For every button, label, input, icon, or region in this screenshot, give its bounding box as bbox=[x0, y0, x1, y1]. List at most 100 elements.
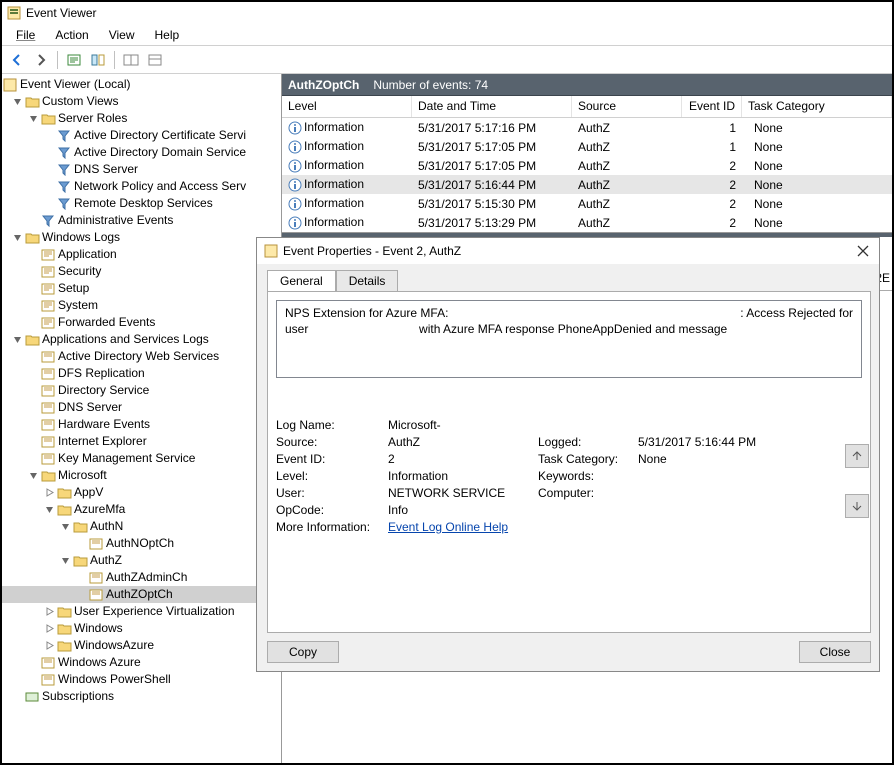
link-more-info[interactable]: Event Log Online Help bbox=[388, 520, 508, 534]
chevron-right-icon[interactable] bbox=[42, 622, 56, 636]
tree-uev[interactable]: User Experience Virtualization bbox=[2, 603, 281, 620]
tree-windows[interactable]: Windows bbox=[2, 620, 281, 637]
tree-label: System bbox=[58, 297, 98, 314]
log-icon bbox=[40, 316, 56, 330]
preview-pane: Event 2, AuthZ General Details 32E Event… bbox=[282, 233, 892, 291]
tree-admin-events[interactable]: Administrative Events bbox=[2, 212, 281, 229]
tree-hw[interactable]: Hardware Events bbox=[2, 416, 281, 433]
close-button[interactable] bbox=[847, 241, 873, 261]
tree-azuremfa[interactable]: AzureMfa bbox=[2, 501, 281, 518]
tree-wazure[interactable]: Windows Azure bbox=[2, 654, 281, 671]
tree-authzadmin[interactable]: AuthZAdminCh bbox=[2, 569, 281, 586]
tree-subs[interactable]: Subscriptions bbox=[2, 688, 281, 705]
toolbar-btn-4[interactable] bbox=[144, 49, 166, 71]
val-user: NETWORK SERVICE bbox=[388, 486, 538, 500]
event-viewer-icon bbox=[2, 78, 18, 92]
chevron-down-icon[interactable] bbox=[26, 469, 40, 483]
tree-adws[interactable]: Active Directory Web Services bbox=[2, 348, 281, 365]
table-row[interactable]: Information5/31/2017 5:17:16 PMAuthZ1Non… bbox=[282, 118, 892, 137]
forward-button[interactable] bbox=[30, 49, 52, 71]
tree-system[interactable]: System bbox=[2, 297, 281, 314]
chevron-down-icon[interactable] bbox=[58, 520, 72, 534]
tree-microsoft[interactable]: Microsoft bbox=[2, 467, 281, 484]
chevron-right-icon[interactable] bbox=[42, 605, 56, 619]
tree-setup[interactable]: Setup bbox=[2, 280, 281, 297]
tree-adds[interactable]: Active Directory Domain Service bbox=[2, 144, 281, 161]
tree-rds[interactable]: Remote Desktop Services bbox=[2, 195, 281, 212]
next-event-button[interactable] bbox=[845, 494, 869, 518]
event-message[interactable]: NPS Extension for Azure MFA: : Access Re… bbox=[276, 300, 862, 378]
log-icon bbox=[40, 673, 56, 687]
tree-authnopt[interactable]: AuthNOptCh bbox=[2, 535, 281, 552]
tree-label: Microsoft bbox=[58, 467, 107, 484]
back-button[interactable] bbox=[6, 49, 28, 71]
dialog-tab-general[interactable]: General bbox=[267, 270, 336, 291]
chevron-down-icon[interactable] bbox=[42, 503, 56, 517]
menu-view[interactable]: View bbox=[99, 26, 145, 44]
menu-file[interactable]: File bbox=[6, 26, 45, 44]
tree-apps-svc[interactable]: Applications and Services Logs bbox=[2, 331, 281, 348]
tree-custom-views[interactable]: Custom Views bbox=[2, 93, 281, 110]
tree-label: AuthZ bbox=[90, 552, 122, 569]
tree-npas[interactable]: Network Policy and Access Serv bbox=[2, 178, 281, 195]
chevron-down-icon[interactable] bbox=[10, 95, 24, 109]
col-level[interactable]: Level bbox=[282, 96, 412, 117]
menu-action[interactable]: Action bbox=[45, 26, 98, 44]
tree-dns[interactable]: DNS Server bbox=[2, 161, 281, 178]
tree-appv[interactable]: AppV bbox=[2, 484, 281, 501]
tree-dnsserver[interactable]: DNS Server bbox=[2, 399, 281, 416]
table-row[interactable]: Information5/31/2017 5:13:29 PMAuthZ2Non… bbox=[282, 213, 892, 232]
tree-kms[interactable]: Key Management Service bbox=[2, 450, 281, 467]
col-eventid[interactable]: Event ID bbox=[682, 96, 742, 117]
toolbar-btn-1[interactable] bbox=[63, 49, 85, 71]
table-row[interactable]: Information5/31/2017 5:16:44 PMAuthZ2Non… bbox=[282, 175, 892, 194]
col-source[interactable]: Source bbox=[572, 96, 682, 117]
chevron-right-icon[interactable] bbox=[42, 486, 56, 500]
tree-ie[interactable]: Internet Explorer bbox=[2, 433, 281, 450]
tree-adcs[interactable]: Active Directory Certificate Servi bbox=[2, 127, 281, 144]
tree-server-roles[interactable]: Server Roles bbox=[2, 110, 281, 127]
tree-root[interactable]: Event Viewer (Local) bbox=[2, 76, 281, 93]
chevron-down-icon[interactable] bbox=[26, 112, 40, 126]
table-row[interactable]: Information5/31/2017 5:15:30 PMAuthZ2Non… bbox=[282, 194, 892, 213]
chevron-down-icon[interactable] bbox=[10, 231, 24, 245]
tree-authn[interactable]: AuthN bbox=[2, 518, 281, 535]
lbl-eventid: Event ID: bbox=[276, 452, 388, 466]
tree-label: AzureMfa bbox=[74, 501, 125, 518]
chevron-right-icon[interactable] bbox=[42, 639, 56, 653]
close-button[interactable]: Close bbox=[799, 641, 871, 663]
tree-winazure[interactable]: WindowsAzure bbox=[2, 637, 281, 654]
val-source: AuthZ bbox=[388, 435, 538, 449]
dialog-tabs: General Details bbox=[267, 270, 871, 291]
chevron-down-icon[interactable] bbox=[10, 333, 24, 347]
tree-dfs[interactable]: DFS Replication bbox=[2, 365, 281, 382]
dialog-tab-page: NPS Extension for Azure MFA: : Access Re… bbox=[267, 291, 871, 633]
prev-event-button[interactable] bbox=[845, 444, 869, 468]
table-row[interactable]: Information5/31/2017 5:17:05 PMAuthZ1Non… bbox=[282, 137, 892, 156]
copy-button[interactable]: Copy bbox=[267, 641, 339, 663]
toolbar-btn-3[interactable] bbox=[120, 49, 142, 71]
table-row[interactable]: Information5/31/2017 5:17:05 PMAuthZ2Non… bbox=[282, 156, 892, 175]
grid-body[interactable]: Information5/31/2017 5:17:16 PMAuthZ1Non… bbox=[282, 118, 892, 232]
dialog-tab-details[interactable]: Details bbox=[336, 270, 399, 291]
tree-label: Hardware Events bbox=[58, 416, 150, 433]
tree-fwd[interactable]: Forwarded Events bbox=[2, 314, 281, 331]
tree-win-logs[interactable]: Windows Logs bbox=[2, 229, 281, 246]
msg-text: : Access Rejected for bbox=[740, 305, 853, 321]
tree-label: Subscriptions bbox=[42, 688, 114, 705]
col-date[interactable]: Date and Time bbox=[412, 96, 572, 117]
tree-label: Active Directory Domain Service bbox=[74, 144, 246, 161]
menu-help[interactable]: Help bbox=[145, 26, 190, 44]
log-icon bbox=[88, 571, 104, 585]
log-icon bbox=[88, 537, 104, 551]
tree-authzopt[interactable]: AuthZOptCh bbox=[2, 586, 281, 603]
tree[interactable]: Event Viewer (Local) Custom Views Server… bbox=[2, 74, 281, 707]
toolbar-btn-2[interactable] bbox=[87, 49, 109, 71]
tree-wps[interactable]: Windows PowerShell bbox=[2, 671, 281, 688]
col-taskcat[interactable]: Task Category bbox=[742, 96, 892, 117]
tree-application[interactable]: Application bbox=[2, 246, 281, 263]
tree-authz[interactable]: AuthZ bbox=[2, 552, 281, 569]
tree-security[interactable]: Security bbox=[2, 263, 281, 280]
tree-dirsvc[interactable]: Directory Service bbox=[2, 382, 281, 399]
chevron-down-icon[interactable] bbox=[58, 554, 72, 568]
